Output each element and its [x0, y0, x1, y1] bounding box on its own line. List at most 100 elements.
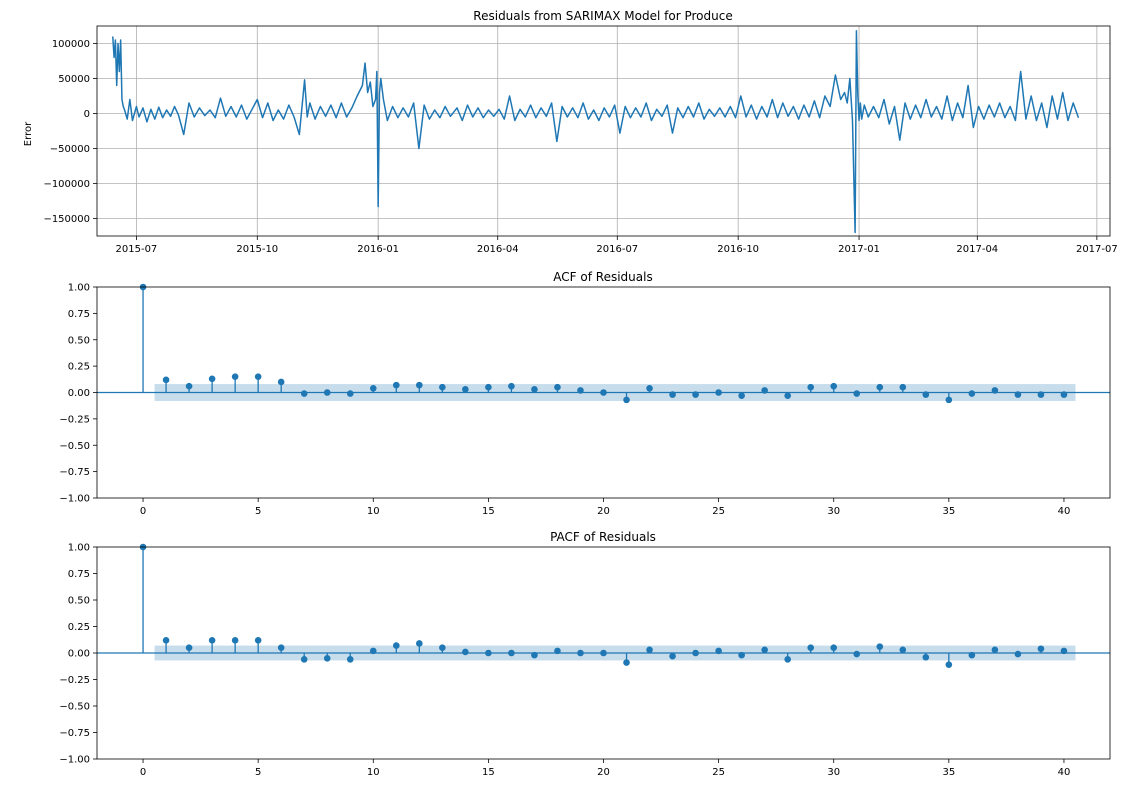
pacf-point: [899, 646, 907, 654]
acf-point: [531, 386, 538, 393]
pacf-xtick-label: 10: [367, 767, 380, 778]
residuals-title: Residuals from SARIMAX Model for Produce: [473, 9, 732, 23]
pacf-xtick-label: 5: [255, 767, 261, 778]
residuals-xtick-label: 2016-10: [717, 244, 759, 255]
pacf-xtick-label: 20: [597, 767, 610, 778]
pacf-point: [853, 650, 861, 658]
acf-xtick-label: 15: [482, 506, 495, 517]
pacf-point: [715, 647, 722, 655]
acf-point: [185, 382, 193, 390]
pacf-point: [761, 646, 768, 654]
pacf-point: [231, 636, 239, 644]
pacf-point: [392, 642, 400, 649]
acf-title: ACF of Residuals: [553, 270, 652, 284]
residuals-ytick-label: 100000: [52, 39, 90, 50]
pacf-point: [600, 649, 607, 657]
acf-point: [508, 382, 515, 390]
pacf-point: [162, 636, 170, 644]
acf-point: [1014, 391, 1022, 398]
pacf-point: [738, 651, 745, 659]
residuals-xtick-label: 2016-04: [477, 244, 519, 255]
pacf-xtick-label: 35: [942, 767, 955, 778]
acf-point: [254, 373, 262, 380]
pacf-point: [508, 649, 515, 657]
pacf-ytick-label: 0.75: [68, 569, 90, 580]
pacf-ytick-label: 0.25: [68, 622, 90, 633]
pacf-ytick-label: 1.00: [68, 543, 90, 554]
acf-xtick-label: 35: [942, 506, 955, 517]
acf-xtick-label: 30: [827, 506, 840, 517]
acf-point: [945, 396, 953, 404]
residuals-ytick-label: 50000: [58, 74, 90, 85]
pacf-point: [185, 644, 193, 651]
acf-ytick-label: −0.25: [59, 414, 90, 425]
acf-point: [1060, 391, 1068, 398]
acf-point: [208, 375, 216, 383]
acf-point: [830, 382, 838, 390]
acf-ytick-label: 0.00: [68, 388, 90, 399]
pacf-ytick-label: −0.50: [59, 702, 90, 713]
pacf-point: [646, 646, 653, 654]
pacf-ytick-label: −0.25: [59, 675, 90, 686]
residuals-xtick-label: 2015-10: [236, 244, 278, 255]
pacf-point: [369, 647, 377, 655]
acf-xtick-label: 20: [597, 506, 610, 517]
acf-point: [577, 387, 584, 394]
pacf-point: [439, 644, 446, 651]
acf-point: [876, 383, 884, 391]
pacf-point: [554, 647, 561, 655]
acf-point: [968, 390, 976, 397]
acf-point: [231, 373, 239, 380]
pacf-xtick-label: 25: [712, 767, 725, 778]
pacf-point: [346, 656, 354, 663]
pacf-point: [807, 644, 815, 651]
pacf-point: [623, 659, 630, 666]
acf-point: [439, 383, 446, 391]
acf-point: [991, 387, 999, 394]
figure: Residuals from SARIMAX Model for Produce…: [23, 9, 1118, 778]
pacf-point: [577, 649, 584, 657]
acf-ytick-label: 0.75: [68, 309, 90, 320]
residuals-ytick-label: 0: [84, 109, 90, 120]
acf-point: [346, 390, 354, 397]
pacf-xtick-label: 40: [1058, 767, 1071, 778]
acf-point: [369, 384, 377, 392]
pacf-panel: PACF of Residuals 0 5 10 15 20 25 30 35 40 −1.00 −…: [59, 530, 1111, 778]
pacf-xtick-label: 15: [482, 767, 495, 778]
pacf-point: [1014, 650, 1022, 658]
residuals-xtick-label: 2016-01: [357, 244, 399, 255]
acf-point: [485, 383, 492, 391]
pacf-ytick-label: 0.00: [68, 649, 90, 660]
acf-ytick-label: −1.00: [59, 494, 90, 505]
pacf-ytick-label: −1.00: [59, 755, 90, 766]
acf-ytick-label: 1.00: [68, 283, 90, 294]
pacf-point: [462, 648, 469, 656]
acf-point: [1037, 391, 1045, 398]
acf-point: [600, 389, 607, 396]
acf-point: [392, 381, 400, 389]
acf-point: [623, 396, 630, 404]
acf-point: [899, 383, 907, 391]
acf-point: [784, 392, 791, 399]
pacf-point: [416, 640, 423, 647]
acf-xtick-label: 10: [367, 506, 380, 517]
acf-ytick-label: 0.25: [68, 362, 90, 373]
acf-point: [715, 389, 722, 396]
acf-point: [277, 378, 285, 386]
residuals-xtick-label: 2016-07: [596, 244, 638, 255]
acf-point: [416, 381, 423, 389]
acf-point: [807, 383, 815, 391]
residuals-xtick-label: 2017-04: [956, 244, 998, 255]
acf-xtick-label: 25: [712, 506, 725, 517]
residuals-ytick-label: −100000: [43, 179, 90, 190]
pacf-point: [830, 644, 838, 651]
acf-point: [646, 384, 653, 392]
residuals-ylabel: Error: [23, 121, 34, 146]
pacf-xtick-label: 30: [827, 767, 840, 778]
pacf-point: [968, 651, 976, 659]
acf-point: [462, 386, 469, 393]
pacf-point: [531, 651, 538, 659]
residuals-xtick-label: 2015-07: [116, 244, 158, 255]
residuals-ytick-label: −50000: [50, 144, 90, 155]
residuals-frame: [96, 25, 1111, 237]
